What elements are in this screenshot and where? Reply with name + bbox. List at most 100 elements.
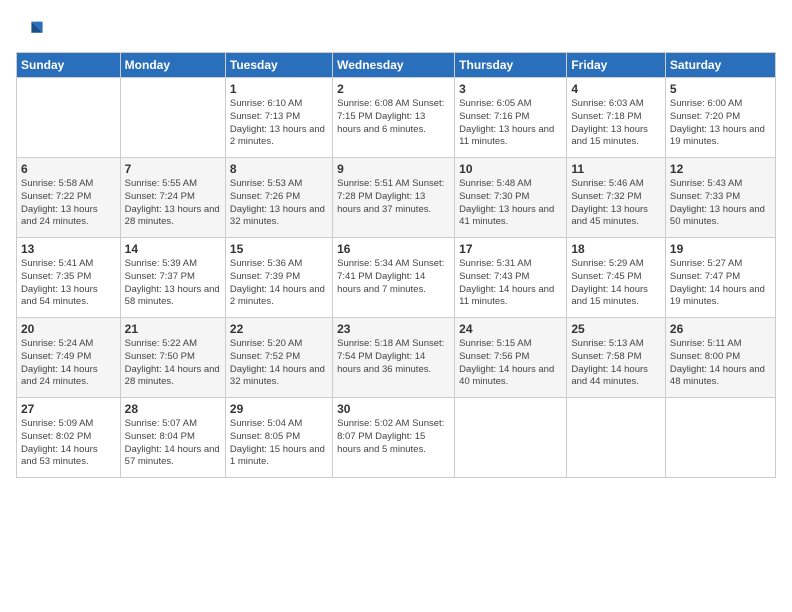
- day-info: Sunrise: 5:22 AM Sunset: 7:50 PM Dayligh…: [125, 338, 221, 389]
- day-info: Sunrise: 5:58 AM Sunset: 7:22 PM Dayligh…: [21, 178, 116, 229]
- day-info: Sunrise: 5:18 AM Sunset: 7:54 PM Dayligh…: [337, 338, 450, 376]
- page-header: [16, 16, 776, 44]
- day-number: 8: [230, 162, 328, 176]
- column-header-friday: Friday: [567, 53, 666, 78]
- day-number: 26: [670, 322, 771, 336]
- day-info: Sunrise: 5:31 AM Sunset: 7:43 PM Dayligh…: [459, 258, 562, 309]
- calendar-cell: 3 Sunrise: 6:05 AM Sunset: 7:16 PM Daylig…: [455, 78, 567, 158]
- day-number: 6: [21, 162, 116, 176]
- day-number: 21: [125, 322, 221, 336]
- day-info: Sunrise: 6:00 AM Sunset: 7:20 PM Dayligh…: [670, 98, 771, 149]
- calendar-cell: 14Sunrise: 5:39 AM Sunset: 7:37 PM Dayli…: [120, 238, 225, 318]
- day-number: 15: [230, 242, 328, 256]
- calendar-cell: [455, 398, 567, 478]
- day-info: Sunrise: 5:07 AM Sunset: 8:04 PM Dayligh…: [125, 418, 221, 469]
- calendar-table: SundayMondayTuesdayWednesdayThursdayFrid…: [16, 52, 776, 478]
- day-number: 2: [337, 82, 450, 96]
- day-number: 22: [230, 322, 328, 336]
- day-number: 24: [459, 322, 562, 336]
- day-number: 29: [230, 402, 328, 416]
- calendar-cell: 18 Sunrise: 5:29 AM Sunset: 7:45 PM Dayli…: [567, 238, 666, 318]
- day-number: 5: [670, 82, 771, 96]
- calendar-cell: 29 Sunrise: 5:04 AM Sunset: 8:05 PM Dayli…: [225, 398, 332, 478]
- day-number: 10: [459, 162, 562, 176]
- day-info: Sunrise: 5:24 AM Sunset: 7:49 PM Dayligh…: [21, 338, 116, 389]
- day-number: 27: [21, 402, 116, 416]
- day-number: 7: [125, 162, 221, 176]
- calendar-cell: 5 Sunrise: 6:00 AM Sunset: 7:20 PM Daylig…: [665, 78, 775, 158]
- calendar-cell: 25Sunrise: 5:13 AM Sunset: 7:58 PM Dayli…: [567, 318, 666, 398]
- day-info: Sunrise: 5:27 AM Sunset: 7:47 PM Dayligh…: [670, 258, 771, 309]
- day-info: Sunrise: 6:10 AM Sunset: 7:13 PM Dayligh…: [230, 98, 328, 149]
- day-info: Sunrise: 5:15 AM Sunset: 7:56 PM Dayligh…: [459, 338, 562, 389]
- day-info: Sunrise: 6:05 AM Sunset: 7:16 PM Dayligh…: [459, 98, 562, 149]
- day-number: 9: [337, 162, 450, 176]
- calendar-cell: [567, 398, 666, 478]
- day-info: Sunrise: 5:11 AM Sunset: 8:00 PM Dayligh…: [670, 338, 771, 389]
- calendar-cell: 10 Sunrise: 5:48 AM Sunset: 7:30 PM Dayli…: [455, 158, 567, 238]
- column-header-thursday: Thursday: [455, 53, 567, 78]
- day-number: 12: [670, 162, 771, 176]
- calendar-cell: 11 Sunrise: 5:46 AM Sunset: 7:32 PM Dayli…: [567, 158, 666, 238]
- day-info: Sunrise: 5:04 AM Sunset: 8:05 PM Dayligh…: [230, 418, 328, 469]
- day-info: Sunrise: 5:13 AM Sunset: 7:58 PM Dayligh…: [571, 338, 661, 389]
- day-info: Sunrise: 5:43 AM Sunset: 7:33 PM Dayligh…: [670, 178, 771, 229]
- column-header-wednesday: Wednesday: [333, 53, 455, 78]
- day-info: Sunrise: 5:36 AM Sunset: 7:39 PM Dayligh…: [230, 258, 328, 309]
- day-info: Sunrise: 5:20 AM Sunset: 7:52 PM Dayligh…: [230, 338, 328, 389]
- day-number: 30: [337, 402, 450, 416]
- day-info: Sunrise: 5:39 AM Sunset: 7:37 PM Dayligh…: [125, 258, 221, 309]
- day-info: Sunrise: 5:46 AM Sunset: 7:32 PM Dayligh…: [571, 178, 661, 229]
- calendar-cell: 26 Sunrise: 5:11 AM Sunset: 8:00 PM Dayli…: [665, 318, 775, 398]
- calendar-cell: 13 Sunrise: 5:41 AM Sunset: 7:35 PM Dayli…: [17, 238, 121, 318]
- calendar-cell: 2 Sunrise: 6:08 AM Sunset: 7:15 PM Daylig…: [333, 78, 455, 158]
- day-number: 4: [571, 82, 661, 96]
- calendar-cell: 16 Sunrise: 5:34 AM Sunset: 7:41 PM Dayli…: [333, 238, 455, 318]
- calendar-cell: 22 Sunrise: 5:20 AM Sunset: 7:52 PM Dayli…: [225, 318, 332, 398]
- day-info: Sunrise: 5:41 AM Sunset: 7:35 PM Dayligh…: [21, 258, 116, 309]
- calendar-week-row: 6 Sunrise: 5:58 AM Sunset: 7:22 PM Daylig…: [17, 158, 776, 238]
- day-number: 1: [230, 82, 328, 96]
- day-info: Sunrise: 6:03 AM Sunset: 7:18 PM Dayligh…: [571, 98, 661, 149]
- calendar-cell: 7Sunrise: 5:55 AM Sunset: 7:24 PM Daylig…: [120, 158, 225, 238]
- calendar-header-row: SundayMondayTuesdayWednesdayThursdayFrid…: [17, 53, 776, 78]
- calendar-cell: 30 Sunrise: 5:02 AM Sunset: 8:07 PM Dayli…: [333, 398, 455, 478]
- day-number: 19: [670, 242, 771, 256]
- calendar-cell: [120, 78, 225, 158]
- day-number: 23: [337, 322, 450, 336]
- day-number: 11: [571, 162, 661, 176]
- calendar-cell: 20 Sunrise: 5:24 AM Sunset: 7:49 PM Dayli…: [17, 318, 121, 398]
- day-info: Sunrise: 5:53 AM Sunset: 7:26 PM Dayligh…: [230, 178, 328, 229]
- calendar-cell: 24 Sunrise: 5:15 AM Sunset: 7:56 PM Dayli…: [455, 318, 567, 398]
- calendar-cell: 28Sunrise: 5:07 AM Sunset: 8:04 PM Dayli…: [120, 398, 225, 478]
- day-number: 17: [459, 242, 562, 256]
- calendar-cell: 4 Sunrise: 6:03 AM Sunset: 7:18 PM Daylig…: [567, 78, 666, 158]
- calendar-cell: 9 Sunrise: 5:51 AM Sunset: 7:28 PM Daylig…: [333, 158, 455, 238]
- calendar-cell: 27 Sunrise: 5:09 AM Sunset: 8:02 PM Dayli…: [17, 398, 121, 478]
- day-info: Sunrise: 5:02 AM Sunset: 8:07 PM Dayligh…: [337, 418, 450, 456]
- day-number: 13: [21, 242, 116, 256]
- calendar-cell: 21 Sunrise: 5:22 AM Sunset: 7:50 PM Dayli…: [120, 318, 225, 398]
- logo-icon: [16, 16, 44, 44]
- column-header-tuesday: Tuesday: [225, 53, 332, 78]
- calendar-cell: 15 Sunrise: 5:36 AM Sunset: 7:39 PM Dayli…: [225, 238, 332, 318]
- day-info: Sunrise: 5:48 AM Sunset: 7:30 PM Dayligh…: [459, 178, 562, 229]
- calendar-week-row: 20 Sunrise: 5:24 AM Sunset: 7:49 PM Dayli…: [17, 318, 776, 398]
- logo: [16, 16, 48, 44]
- day-info: Sunrise: 5:34 AM Sunset: 7:41 PM Dayligh…: [337, 258, 450, 296]
- day-number: 18: [571, 242, 661, 256]
- calendar-cell: 17 Sunrise: 5:31 AM Sunset: 7:43 PM Dayli…: [455, 238, 567, 318]
- calendar-week-row: 27 Sunrise: 5:09 AM Sunset: 8:02 PM Dayli…: [17, 398, 776, 478]
- column-header-saturday: Saturday: [665, 53, 775, 78]
- calendar-cell: 12 Sunrise: 5:43 AM Sunset: 7:33 PM Dayli…: [665, 158, 775, 238]
- day-info: Sunrise: 5:29 AM Sunset: 7:45 PM Dayligh…: [571, 258, 661, 309]
- calendar-week-row: 13 Sunrise: 5:41 AM Sunset: 7:35 PM Dayli…: [17, 238, 776, 318]
- day-number: 20: [21, 322, 116, 336]
- day-info: Sunrise: 5:09 AM Sunset: 8:02 PM Dayligh…: [21, 418, 116, 469]
- day-info: Sunrise: 5:51 AM Sunset: 7:28 PM Dayligh…: [337, 178, 450, 216]
- calendar-cell: 23 Sunrise: 5:18 AM Sunset: 7:54 PM Dayli…: [333, 318, 455, 398]
- day-number: 3: [459, 82, 562, 96]
- day-number: 16: [337, 242, 450, 256]
- calendar-cell: 8 Sunrise: 5:53 AM Sunset: 7:26 PM Daylig…: [225, 158, 332, 238]
- day-info: Sunrise: 6:08 AM Sunset: 7:15 PM Dayligh…: [337, 98, 450, 136]
